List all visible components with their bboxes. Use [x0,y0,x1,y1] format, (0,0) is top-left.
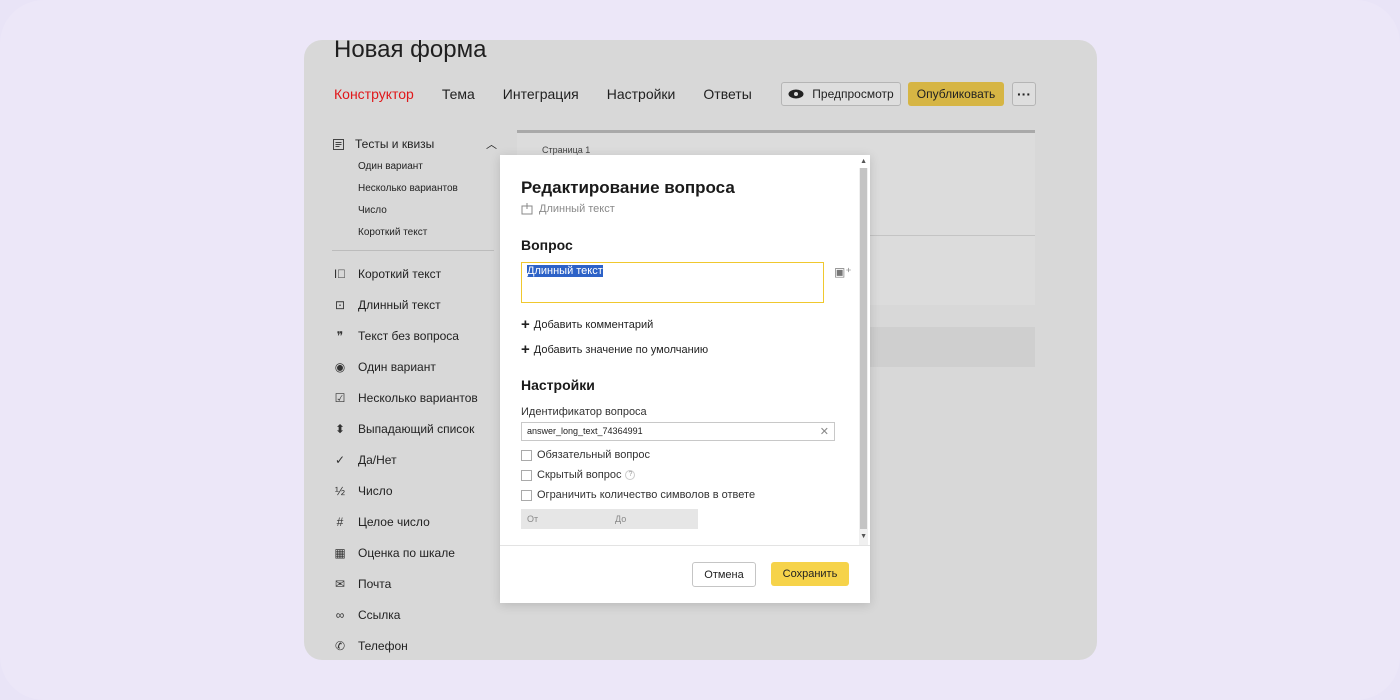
sidebar-item-link[interactable]: ∞ Ссылка [332,599,497,630]
sidebar-item-single-choice[interactable]: ◉ Один вариант [332,351,497,382]
sidebar-group-quizzes[interactable]: Тесты и квизы ︿ [332,136,497,152]
sidebar-item-integer[interactable]: # Целое число [332,506,497,537]
question-heading: Вопрос [521,237,573,253]
question-type: Длинный текст [521,203,615,215]
footer-divider [500,545,870,546]
settings-heading: Настройки [521,377,595,393]
preview-button[interactable]: Предпросмотр [781,82,901,106]
more-button[interactable]: ··· [1012,82,1036,106]
preview-label: Предпросмотр [812,87,894,101]
scrollbar-thumb[interactable] [860,168,867,529]
short-text-icon: I⃕ [333,266,347,281]
tab-bar: Конструктор Тема Интеграция Настройки От… [334,86,780,102]
tab-constructor[interactable]: Конструктор [334,86,414,102]
checkbox-icon: ☑ [334,390,346,405]
plus-icon: + [521,341,530,358]
page-title: Новая форма [334,40,487,63]
limit-chars-checkbox[interactable]: Ограничить количество символов в ответе [521,489,755,501]
sidebar-item-text-no-question[interactable]: ❞ Текст без вопроса [332,320,497,351]
scroll-up-icon[interactable]: ▲ [860,158,867,165]
range-to-input[interactable]: До [615,514,626,524]
long-text-icon [521,203,533,215]
sidebar-item-scale[interactable]: ▦ Оценка по шкале [332,537,497,568]
help-icon[interactable]: ? [625,470,636,480]
question-text-input[interactable]: Длинный текст [521,262,824,303]
sidebar-item-yes-no[interactable]: ✓ Да/Нет [332,444,497,475]
sidebar-item-email[interactable]: ✉ Почта [332,568,497,599]
hidden-checkbox[interactable]: Скрытый вопрос ? [521,469,636,481]
eye-icon [788,89,804,99]
question-type-label: Длинный текст [539,203,615,215]
sidebar-item-multiple-choice[interactable]: ☑ Несколько вариантов [332,382,497,413]
add-block-area[interactable] [869,327,1035,367]
grid-icon: ▦ [334,545,346,560]
hash-icon: # [336,514,344,529]
plus-icon: + [521,316,530,333]
edit-question-dialog: ▲ ▼ Редактирование вопроса Длинный текст… [500,155,870,603]
sidebar-item-phone[interactable]: ✆ Телефон [332,630,497,660]
quiz-item-short-text[interactable]: Короткий текст [358,227,497,240]
question-text-value: Длинный текст [527,265,603,277]
cancel-button[interactable]: Отмена [692,562,756,587]
tab-settings[interactable]: Настройки [607,86,676,102]
page-label: Страница 1 [542,145,591,155]
dialog-title: Редактирование вопроса [521,178,735,197]
more-icon: ··· [1017,86,1031,102]
sidebar: Тесты и квизы ︿ Один вариант Несколько в… [332,136,497,660]
add-image-icon[interactable]: ▣⁺ [834,265,852,279]
save-button[interactable]: Сохранить [771,562,849,586]
sidebar-item-short-text[interactable]: I⃕ Короткий текст [332,258,497,289]
checkbox-box[interactable] [521,469,532,481]
tab-integration[interactable]: Интеграция [503,86,579,102]
tab-theme[interactable]: Тема [442,86,475,102]
sidebar-item-long-text[interactable]: ⊡ Длинный текст [332,289,497,320]
link-icon: ∞ [335,607,345,622]
list-icon [333,138,344,150]
char-range-inputs: От До [521,509,698,529]
scroll-down-icon[interactable]: ▼ [860,533,867,540]
chevron-up-icon[interactable]: ︿ [486,136,497,152]
required-checkbox[interactable]: Обязательный вопрос [521,449,650,461]
sidebar-item-number[interactable]: ½ Число [332,475,497,506]
quote-icon: ❞ [336,328,344,343]
fraction-icon: ½ [334,483,345,498]
quiz-item-number[interactable]: Число [358,205,497,218]
quiz-item-single[interactable]: Один вариант [358,161,497,174]
quiz-item-multiple[interactable]: Несколько вариантов [358,183,497,196]
add-comment-link[interactable]: + Добавить комментарий [521,316,653,333]
question-id-label: Идентификатор вопроса [521,406,647,418]
check-icon: ✓ [334,452,346,467]
mail-icon: ✉ [334,576,346,591]
add-default-value-link[interactable]: + Добавить значение по умолчанию [521,341,708,358]
phone-icon: ✆ [334,638,346,653]
sidebar-group-label: Тесты и квизы [355,137,435,151]
range-from-input[interactable]: От [527,514,538,524]
sidebar-item-dropdown[interactable]: ⬍ Выпадающий список [332,413,497,444]
checkbox-box[interactable] [521,489,532,501]
close-icon[interactable]: ✕ [820,425,829,438]
question-id-value: answer_long_text_74364991 [527,426,643,436]
question-id-input[interactable]: answer_long_text_74364991 ✕ [521,422,835,441]
publish-button[interactable]: Опубликовать [908,82,1004,106]
dropdown-icon: ⬍ [334,421,346,436]
radio-icon: ◉ [334,359,346,374]
checkbox-box[interactable] [521,449,532,461]
long-text-icon: ⊡ [334,297,346,312]
tab-answers[interactable]: Ответы [703,86,751,102]
